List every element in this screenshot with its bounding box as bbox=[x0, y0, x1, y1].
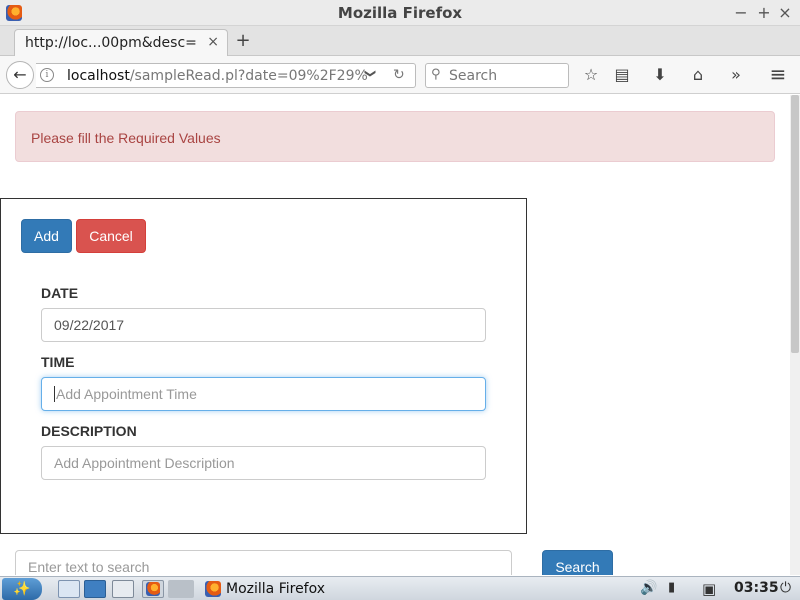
text-caret bbox=[54, 386, 55, 402]
desktop-pager-icon[interactable] bbox=[168, 580, 194, 598]
search-button[interactable]: Search bbox=[542, 550, 613, 575]
taskbar-window-button[interactable]: Mozilla Firefox bbox=[203, 578, 333, 600]
firefox-launcher-icon[interactable] bbox=[142, 580, 164, 598]
tab-title: http://loc...00pm&desc= bbox=[25, 35, 197, 51]
url-path: /sampleRead.pl?date=09%2F29%2 bbox=[129, 68, 367, 84]
page-content: Please fill the Required Values Add Canc… bbox=[0, 95, 790, 575]
description-label: DESCRIPTION bbox=[41, 423, 137, 439]
browser-search-input[interactable]: ⚲ Search bbox=[425, 63, 569, 88]
new-tab-button[interactable]: + bbox=[233, 30, 253, 51]
window-titlebar: Mozilla Firefox − + × bbox=[0, 0, 800, 26]
url-bar[interactable]: i localhost/sampleRead.pl?date=09%2F29%2… bbox=[36, 63, 416, 88]
url-host: localhost bbox=[67, 68, 130, 84]
time-label: TIME bbox=[41, 354, 75, 370]
add-button[interactable]: Add bbox=[21, 219, 72, 253]
tab-strip: http://loc...00pm&desc= × + bbox=[0, 26, 800, 57]
back-arrow-icon[interactable]: ← bbox=[6, 61, 34, 89]
appointment-form: Add Cancel DATE 09/22/2017 TIME Add Appo… bbox=[0, 198, 527, 534]
bookmark-star-icon[interactable]: ☆ bbox=[581, 65, 601, 85]
taskbar-window-label: Mozilla Firefox bbox=[226, 581, 326, 597]
chevron-down-icon[interactable]: ❯ bbox=[364, 69, 377, 78]
overflow-icon[interactable]: » bbox=[726, 65, 746, 85]
reload-icon[interactable]: ↻ bbox=[393, 67, 405, 83]
tab-close-icon[interactable]: × bbox=[207, 34, 219, 50]
firefox-small-icon bbox=[146, 582, 160, 596]
file-manager-icon[interactable] bbox=[58, 580, 80, 598]
hamburger-menu-icon[interactable]: ≡ bbox=[768, 62, 788, 86]
clock: 03:35 bbox=[734, 580, 779, 596]
url-text[interactable]: localhost/sampleRead.pl?date=09%2F29%2 bbox=[67, 68, 367, 84]
browser-search-placeholder: Search bbox=[449, 68, 498, 84]
time-placeholder: Add Appointment Time bbox=[56, 386, 197, 402]
info-icon[interactable]: i bbox=[40, 68, 54, 82]
date-label: DATE bbox=[41, 285, 79, 301]
scrollbar-thumb[interactable] bbox=[791, 95, 799, 353]
date-field[interactable]: 09/22/2017 bbox=[41, 308, 486, 342]
firefox-icon bbox=[205, 581, 221, 597]
nav-toolbar: ← i localhost/sampleRead.pl?date=09%2F29… bbox=[0, 56, 800, 94]
page-search-placeholder: Enter text to search bbox=[28, 559, 150, 575]
window-title: Mozilla Firefox bbox=[337, 4, 463, 22]
power-icon[interactable]: ⏻ bbox=[780, 580, 791, 598]
description-field[interactable]: Add Appointment Description bbox=[41, 446, 486, 480]
page-search-input[interactable]: Enter text to search bbox=[15, 550, 512, 575]
download-icon[interactable]: ⬇ bbox=[650, 65, 670, 85]
minimize-button[interactable]: − bbox=[732, 3, 750, 22]
window-switcher-icon[interactable] bbox=[112, 580, 134, 598]
close-window-button[interactable]: × bbox=[776, 3, 794, 22]
network-icon[interactable] bbox=[84, 580, 106, 598]
volume-icon[interactable]: 🔊 bbox=[640, 580, 657, 598]
cancel-button[interactable]: Cancel bbox=[76, 219, 146, 253]
reader-list-icon[interactable]: ▤ bbox=[612, 65, 632, 85]
error-alert: Please fill the Required Values bbox=[15, 111, 775, 162]
maximize-button[interactable]: + bbox=[755, 3, 773, 22]
start-menu-icon[interactable]: ✨ bbox=[2, 578, 42, 600]
page-scrollbar[interactable] bbox=[790, 95, 800, 575]
browser-tab[interactable]: http://loc...00pm&desc= × bbox=[14, 29, 228, 57]
description-placeholder: Add Appointment Description bbox=[54, 455, 235, 471]
search-icon: ⚲ bbox=[431, 67, 441, 82]
time-field[interactable]: Add Appointment Time bbox=[41, 377, 486, 411]
home-icon[interactable]: ⌂ bbox=[688, 65, 708, 85]
taskbar: ✨ Mozilla Firefox 🔊 ▮ ▣ 03:35 ⏻ bbox=[0, 576, 800, 600]
display-icon[interactable]: ▣ bbox=[702, 580, 716, 598]
battery-icon[interactable]: ▮ bbox=[668, 580, 675, 598]
date-value: 09/22/2017 bbox=[54, 317, 125, 333]
